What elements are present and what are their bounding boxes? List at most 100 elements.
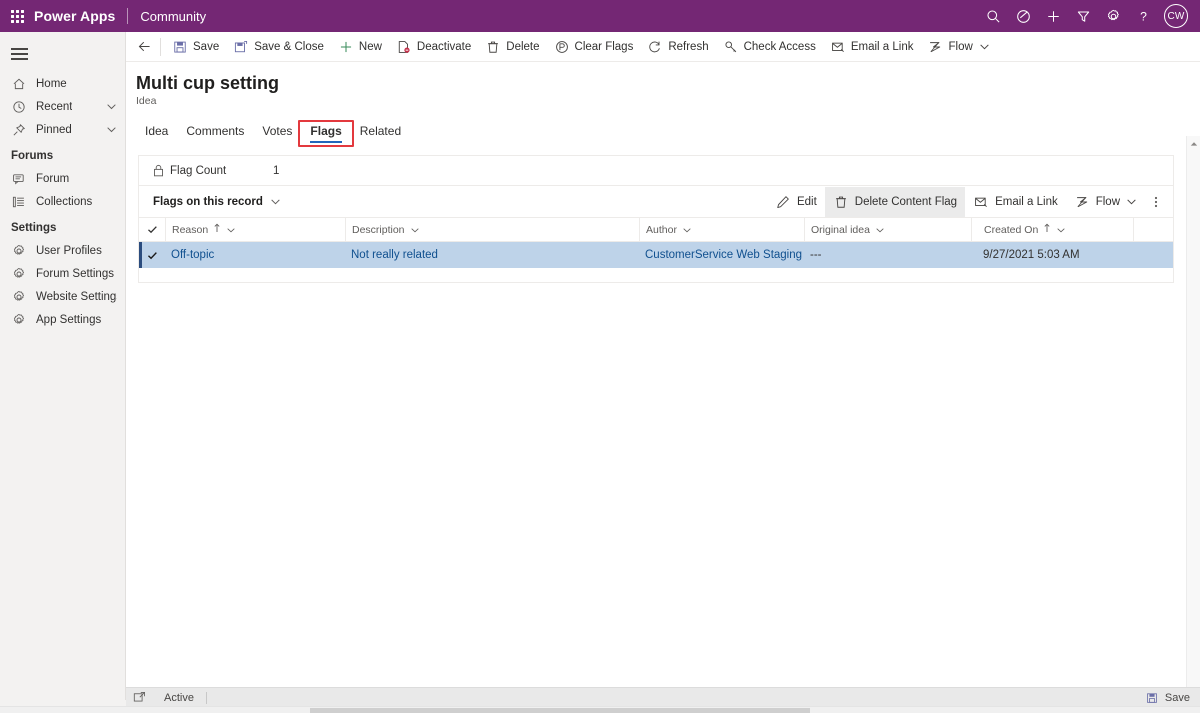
- help-icon[interactable]: ?: [1128, 0, 1158, 32]
- back-arrow-icon[interactable]: [130, 33, 158, 61]
- clear-flags-icon: [554, 39, 570, 55]
- chevron-down-icon[interactable]: [410, 225, 420, 235]
- cell-created-on: 9/27/2021 5:03 AM: [983, 249, 1080, 261]
- button-label: Delete: [506, 40, 540, 53]
- select-all-checkbox[interactable]: [139, 224, 165, 235]
- power-apps-model-driven-app: Power Apps Community ? CW Home Recent Pi…: [0, 0, 1200, 713]
- clear-flags-button[interactable]: Clear Flags: [547, 33, 641, 61]
- app-launcher-waffle-icon[interactable]: [0, 0, 34, 32]
- sidebar-item-user-profiles[interactable]: User Profiles: [0, 239, 125, 262]
- sidebar-item-app-settings[interactable]: App Settings: [0, 308, 125, 331]
- column-header-reason[interactable]: Reason: [165, 217, 345, 242]
- tab-idea[interactable]: Idea: [136, 124, 177, 143]
- email-a-link-button[interactable]: Email a Link: [965, 187, 1066, 217]
- flow-icon: [1074, 194, 1090, 210]
- horizontal-scroll-thumb[interactable]: [310, 708, 810, 713]
- button-label: New: [358, 40, 382, 53]
- column-header-created-on[interactable]: Created On: [971, 217, 1133, 242]
- chevron-down-icon[interactable]: [875, 225, 885, 235]
- save-close-icon: [233, 39, 249, 55]
- cell-author[interactable]: CustomerService Web Staging: [639, 249, 804, 261]
- sidebar-item-collections[interactable]: Collections: [0, 190, 125, 213]
- sidebar-item-home[interactable]: Home: [0, 72, 125, 95]
- row-checkbox[interactable]: [139, 250, 165, 261]
- subgrid-command-bar: Edit Delete Content Flag Email a Link Fl…: [767, 186, 1173, 217]
- sidebar-item-label: Recent: [36, 100, 73, 113]
- refresh-button[interactable]: Refresh: [640, 33, 715, 61]
- sidebar-item-recent[interactable]: Recent: [0, 95, 125, 118]
- record-main-content: Multi cup setting Idea Idea Comments Vot…: [126, 62, 1186, 700]
- delete-content-flag-button[interactable]: Delete Content Flag: [824, 186, 966, 217]
- email-a-link-button[interactable]: Email a Link: [823, 33, 921, 61]
- button-label: Email a Link: [850, 40, 914, 53]
- user-avatar[interactable]: CW: [1164, 4, 1188, 28]
- flow-button[interactable]: Flow: [1066, 187, 1145, 217]
- chevron-down-icon[interactable]: [979, 41, 990, 52]
- key-icon: [723, 39, 739, 55]
- flag-count-field-row: Flag Count 1: [139, 156, 1173, 186]
- column-label: Reason: [172, 223, 209, 236]
- filter-icon[interactable]: [1068, 0, 1098, 32]
- sidebar-item-website-settings[interactable]: Website Settings: [0, 285, 125, 308]
- overflow-menu-icon[interactable]: [1145, 188, 1167, 216]
- tab-flags[interactable]: Flags: [301, 124, 350, 143]
- cell-reason[interactable]: Off-topic: [165, 249, 345, 261]
- check-access-button[interactable]: Check Access: [716, 33, 823, 61]
- subgrid-title-label: Flags on this record: [153, 195, 263, 208]
- record-command-bar: Save Save & Close New Deactivate Delete: [126, 32, 1200, 62]
- save-button[interactable]: Save: [165, 33, 226, 61]
- sidebar-item-pinned[interactable]: Pinned: [0, 118, 125, 141]
- brand-title[interactable]: Power Apps: [34, 8, 125, 24]
- subgrid-view-selector[interactable]: Flags on this record: [153, 196, 281, 208]
- column-header-description[interactable]: Description: [345, 217, 639, 242]
- vertical-scrollbar[interactable]: [1186, 136, 1200, 700]
- pencil-icon: [775, 194, 791, 210]
- button-label: Refresh: [668, 40, 709, 53]
- chevron-down-icon[interactable]: [1126, 196, 1137, 207]
- sidebar-item-label: User Profiles: [36, 244, 102, 257]
- cell-description[interactable]: Not really related: [345, 249, 639, 261]
- flow-button[interactable]: Flow: [920, 33, 996, 61]
- sidebar-group-settings-title: Settings: [11, 222, 57, 234]
- chevron-down-icon[interactable]: [1056, 225, 1066, 235]
- gear-icon[interactable]: [1098, 0, 1128, 32]
- home-icon: [11, 76, 27, 92]
- chevron-down-icon[interactable]: [682, 225, 692, 235]
- horizontal-scrollbar[interactable]: [0, 706, 1200, 713]
- scroll-up-arrow-icon[interactable]: [1187, 138, 1200, 150]
- chevron-down-icon[interactable]: [226, 225, 236, 235]
- chevron-down-icon[interactable]: [270, 196, 281, 207]
- deactivate-button[interactable]: Deactivate: [389, 33, 478, 61]
- delete-button[interactable]: Delete: [478, 33, 546, 61]
- tab-comments[interactable]: Comments: [177, 124, 253, 143]
- tab-votes[interactable]: Votes: [253, 124, 301, 143]
- tab-related[interactable]: Related: [351, 124, 410, 143]
- button-label: Deactivate: [416, 40, 472, 53]
- record-status-bar: Active Save: [126, 687, 1200, 707]
- status-save-button[interactable]: Save: [1144, 690, 1200, 706]
- column-label: Description: [352, 223, 405, 236]
- column-header-author[interactable]: Author: [639, 217, 804, 242]
- plus-icon[interactable]: [1038, 0, 1068, 32]
- table-row[interactable]: Off-topic Not really related CustomerSer…: [139, 242, 1173, 268]
- sidebar-item-forum[interactable]: Forum: [0, 167, 125, 190]
- sidebar-item-label: Website Settings: [36, 290, 117, 303]
- save-and-close-button[interactable]: Save & Close: [226, 33, 331, 61]
- popout-icon[interactable]: [126, 691, 152, 704]
- search-icon[interactable]: [978, 0, 1008, 32]
- column-header-original-idea[interactable]: Original idea: [804, 217, 971, 242]
- button-label: Flow: [948, 40, 973, 53]
- hamburger-menu-icon[interactable]: [0, 36, 40, 72]
- chevron-down-icon[interactable]: [106, 101, 117, 112]
- sidebar-item-forum-settings[interactable]: Forum Settings: [0, 262, 125, 285]
- refresh-icon: [647, 39, 663, 55]
- save-icon: [172, 39, 188, 55]
- assistant-icon[interactable]: [1008, 0, 1038, 32]
- email-link-icon: [973, 194, 989, 210]
- new-button[interactable]: New: [331, 33, 389, 61]
- status-divider: [205, 691, 207, 704]
- environment-name[interactable]: Community: [140, 9, 206, 24]
- chevron-down-icon[interactable]: [106, 124, 117, 135]
- record-state-label: Active: [164, 691, 194, 704]
- edit-button[interactable]: Edit: [767, 187, 825, 217]
